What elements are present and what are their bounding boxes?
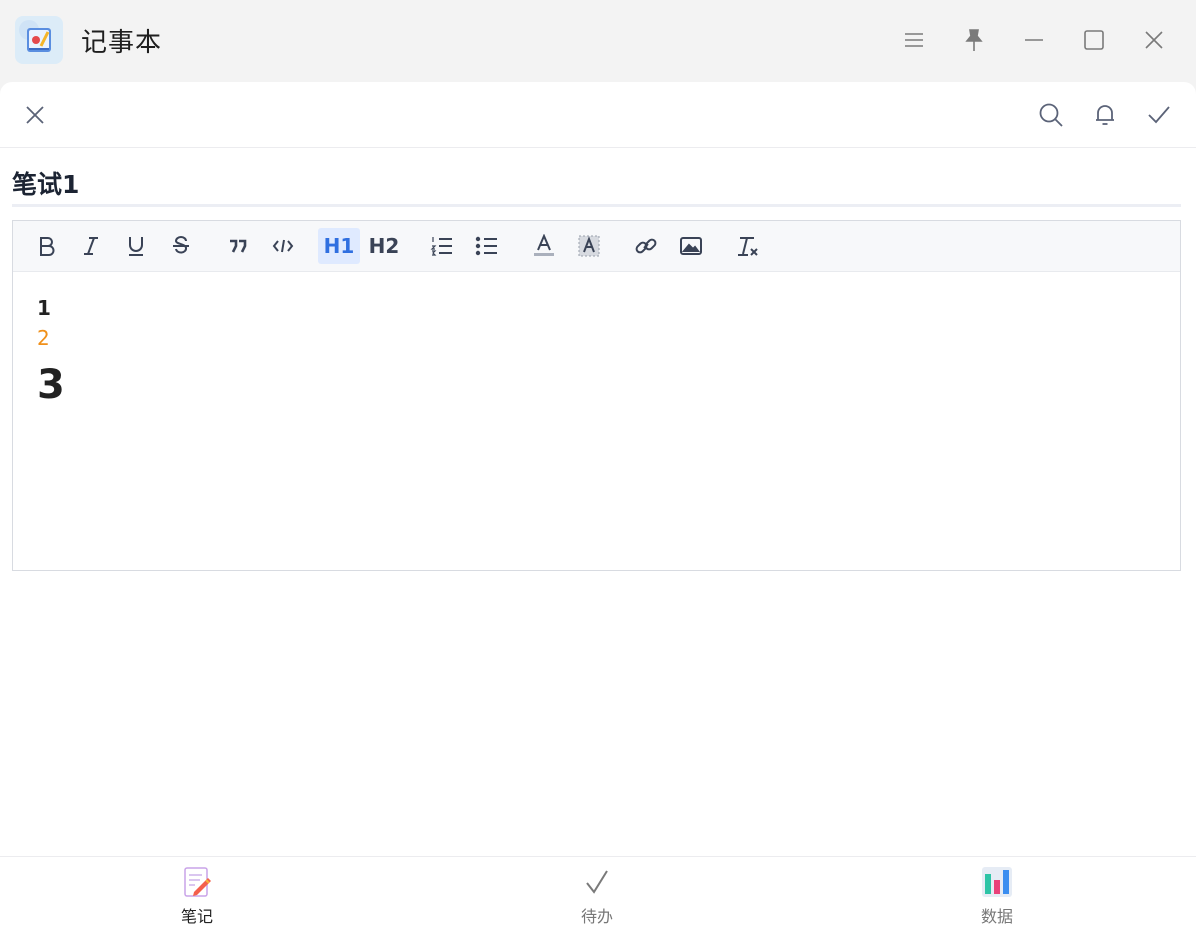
link-icon[interactable] bbox=[625, 228, 667, 264]
rich-text-editor: H1 H2 1 2 3 bbox=[12, 220, 1181, 571]
nav-item-todo[interactable]: 待办 bbox=[557, 865, 637, 927]
background-color-icon[interactable] bbox=[568, 228, 610, 264]
editor-top-bar bbox=[0, 82, 1196, 148]
strikethrough-icon[interactable] bbox=[160, 228, 202, 264]
content-line-2: 2 bbox=[37, 326, 50, 350]
quote-icon[interactable] bbox=[217, 228, 259, 264]
notebook-app-icon bbox=[15, 16, 63, 64]
formatting-toolbar: H1 H2 bbox=[13, 221, 1180, 272]
menu-icon[interactable] bbox=[898, 24, 930, 56]
title-underline bbox=[12, 204, 1181, 207]
heading-2-button[interactable]: H2 bbox=[363, 228, 405, 264]
bullet-list-icon[interactable] bbox=[466, 228, 508, 264]
bar-chart-icon bbox=[980, 865, 1014, 899]
bottom-nav: 笔记 待办 数据 bbox=[0, 856, 1196, 931]
close-icon[interactable] bbox=[1138, 24, 1170, 56]
heading-1-label: H1 bbox=[323, 234, 355, 258]
title-bar: 记事本 bbox=[0, 0, 1196, 82]
content-line-3: 3 bbox=[37, 362, 65, 408]
todo-check-icon bbox=[580, 865, 614, 899]
heading-2-label: H2 bbox=[368, 234, 400, 258]
note-edit-icon bbox=[180, 865, 214, 899]
check-icon[interactable] bbox=[1143, 99, 1175, 131]
clear-format-icon[interactable] bbox=[727, 228, 769, 264]
app-title: 记事本 bbox=[81, 28, 163, 58]
maximize-icon[interactable] bbox=[1078, 24, 1110, 56]
heading-1-button[interactable]: H1 bbox=[318, 228, 360, 264]
nav-item-notes[interactable]: 笔记 bbox=[157, 865, 237, 927]
nav-label-notes: 笔记 bbox=[180, 907, 213, 926]
nav-label-todo: 待办 bbox=[580, 907, 613, 926]
close-icon[interactable] bbox=[19, 99, 51, 131]
pin-icon[interactable] bbox=[958, 24, 990, 56]
italic-icon[interactable] bbox=[70, 228, 112, 264]
editor-content[interactable]: 1 2 3 bbox=[37, 293, 65, 415]
ordered-list-icon[interactable] bbox=[421, 228, 463, 264]
bell-icon[interactable] bbox=[1089, 99, 1121, 131]
nav-item-data[interactable]: 数据 bbox=[957, 865, 1037, 927]
note-title[interactable]: 笔试1 bbox=[12, 165, 79, 201]
content-line-1: 1 bbox=[37, 296, 51, 320]
font-color-icon[interactable] bbox=[523, 228, 565, 264]
image-icon[interactable] bbox=[670, 228, 712, 264]
bold-icon[interactable] bbox=[25, 228, 67, 264]
search-icon[interactable] bbox=[1035, 99, 1067, 131]
underline-icon[interactable] bbox=[115, 228, 157, 264]
note-editor-card: 笔试1 H1 H2 1 2 3 bbox=[0, 82, 1196, 930]
code-icon[interactable] bbox=[262, 228, 304, 264]
nav-label-data: 数据 bbox=[980, 907, 1013, 926]
minimize-icon[interactable] bbox=[1018, 24, 1050, 56]
